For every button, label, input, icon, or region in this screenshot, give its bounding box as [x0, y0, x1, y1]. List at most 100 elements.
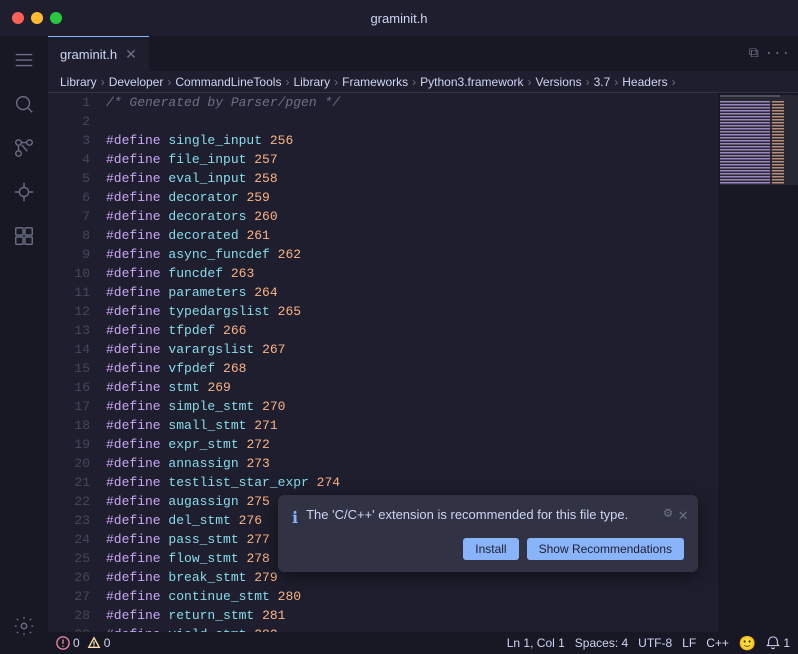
- line-num: 17: [48, 397, 90, 416]
- info-icon: ℹ: [292, 508, 298, 528]
- file-encoding[interactable]: UTF-8: [638, 636, 672, 650]
- breadcrumb-python3framework[interactable]: Python3.framework: [420, 75, 523, 89]
- notification-buttons: Install Show Recommendations: [292, 538, 684, 560]
- tab-close-button[interactable]: ✕: [125, 46, 137, 63]
- code-line: #define vfpdef 268: [98, 359, 718, 378]
- line-num: 12: [48, 302, 90, 321]
- line-num: 4: [48, 150, 90, 169]
- maximize-button[interactable]: [50, 12, 62, 24]
- main-layout: graminit.h ✕ ⧉ ··· Library › Developer ›…: [0, 36, 798, 654]
- code-line: #define tfpdef 266: [98, 321, 718, 340]
- notification-count: 1: [783, 636, 790, 650]
- line-num: 5: [48, 169, 90, 188]
- line-num: 22: [48, 492, 90, 511]
- show-recommendations-button[interactable]: Show Recommendations: [527, 538, 684, 560]
- more-actions-icon[interactable]: ···: [765, 46, 790, 62]
- line-num: 26: [48, 568, 90, 587]
- error-count: 0: [73, 636, 80, 650]
- minimize-button[interactable]: [31, 12, 43, 24]
- language-mode[interactable]: C++: [706, 636, 729, 650]
- line-num: 14: [48, 340, 90, 359]
- code-line: #define yield_stmt 282: [98, 625, 718, 632]
- line-num: 25: [48, 549, 90, 568]
- error-icon: [56, 636, 70, 650]
- code-line: #define decorator 259: [98, 188, 718, 207]
- warning-count: 0: [104, 636, 111, 650]
- breadcrumb-library2[interactable]: Library: [293, 75, 330, 89]
- indentation[interactable]: Spaces: 4: [575, 636, 628, 650]
- tab-bar: graminit.h ✕ ⧉ ···: [48, 36, 798, 71]
- notification-settings-icon[interactable]: ⚙: [664, 505, 672, 525]
- code-line: #define eval_input 258: [98, 169, 718, 188]
- split-editor-icon[interactable]: ⧉: [749, 46, 759, 62]
- close-button[interactable]: [12, 12, 24, 24]
- sidebar-item-debug[interactable]: [4, 172, 44, 212]
- line-num: 21: [48, 473, 90, 492]
- window-title: graminit.h: [370, 11, 427, 26]
- breadcrumb: Library › Developer › CommandLineTools ›…: [48, 71, 798, 93]
- line-num: 8: [48, 226, 90, 245]
- line-num: 24: [48, 530, 90, 549]
- line-num: 18: [48, 416, 90, 435]
- status-right: Ln 1, Col 1 Spaces: 4 UTF-8 LF C++ 🙂 1: [507, 635, 790, 652]
- line-num: 2: [48, 112, 90, 131]
- cursor-position[interactable]: Ln 1, Col 1: [507, 636, 565, 650]
- notification-close-button[interactable]: ✕: [678, 505, 688, 525]
- line-num: 7: [48, 207, 90, 226]
- line-num: 10: [48, 264, 90, 283]
- traffic-lights: [12, 12, 62, 24]
- line-num: 23: [48, 511, 90, 530]
- breadcrumb-library[interactable]: Library: [60, 75, 97, 89]
- breadcrumb-commandlinetools[interactable]: CommandLineTools: [175, 75, 281, 89]
- editor-content: 1 2 3 4 5 6 7 8 9 10 11 12 13 14 15 16 1…: [48, 93, 798, 632]
- code-line: /* Generated by Parser/pgen */: [98, 93, 718, 112]
- tab-graminit[interactable]: graminit.h ✕: [48, 36, 149, 71]
- breadcrumb-versions[interactable]: Versions: [536, 75, 582, 89]
- code-line: #define return_stmt 281: [98, 606, 718, 625]
- minimap[interactable]: [718, 93, 798, 632]
- line-num: 19: [48, 435, 90, 454]
- code-line: #define simple_stmt 270: [98, 397, 718, 416]
- code-line: #define expr_stmt 272: [98, 435, 718, 454]
- code-line: #define file_input 257: [98, 150, 718, 169]
- sidebar-item-explorer[interactable]: [4, 40, 44, 80]
- code-line: #define small_stmt 271: [98, 416, 718, 435]
- line-num: 29: [48, 625, 90, 632]
- notification-actions-top: ⚙ ✕: [664, 505, 688, 525]
- notification-bell[interactable]: 1: [766, 636, 790, 650]
- sidebar-item-source-control[interactable]: [4, 128, 44, 168]
- line-num: 15: [48, 359, 90, 378]
- breadcrumb-frameworks[interactable]: Frameworks: [342, 75, 408, 89]
- code-line: #define funcdef 263: [98, 264, 718, 283]
- tab-label: graminit.h: [60, 47, 117, 62]
- editor-area: graminit.h ✕ ⧉ ··· Library › Developer ›…: [48, 36, 798, 654]
- line-num: 6: [48, 188, 90, 207]
- code-line: #define decorators 260: [98, 207, 718, 226]
- code-line: #define decorated 261: [98, 226, 718, 245]
- line-num: 11: [48, 283, 90, 302]
- sidebar-item-settings[interactable]: [4, 606, 44, 646]
- code-line: #define stmt 269: [98, 378, 718, 397]
- line-num: 16: [48, 378, 90, 397]
- title-bar: graminit.h: [0, 0, 798, 36]
- breadcrumb-developer[interactable]: Developer: [109, 75, 164, 89]
- breadcrumb-37[interactable]: 3.7: [594, 75, 611, 89]
- emoji-icon[interactable]: 🙂: [739, 635, 756, 652]
- line-num: 3: [48, 131, 90, 150]
- status-errors[interactable]: 0 0: [56, 636, 110, 650]
- line-endings[interactable]: LF: [682, 636, 696, 650]
- activity-bar: [0, 36, 48, 654]
- code-line: #define continue_stmt 280: [98, 587, 718, 606]
- breadcrumb-headers[interactable]: Headers: [622, 75, 667, 89]
- line-num: 9: [48, 245, 90, 264]
- code-line: #define testlist_star_expr 274: [98, 473, 718, 492]
- sidebar-item-search[interactable]: [4, 84, 44, 124]
- code-line: #define parameters 264: [98, 283, 718, 302]
- sidebar-item-extensions[interactable]: [4, 216, 44, 256]
- bell-icon: [766, 636, 780, 650]
- line-num: 13: [48, 321, 90, 340]
- line-num: 1: [48, 93, 90, 112]
- warning-icon: [87, 636, 101, 650]
- code-line: #define annassign 273: [98, 454, 718, 473]
- install-button[interactable]: Install: [463, 538, 518, 560]
